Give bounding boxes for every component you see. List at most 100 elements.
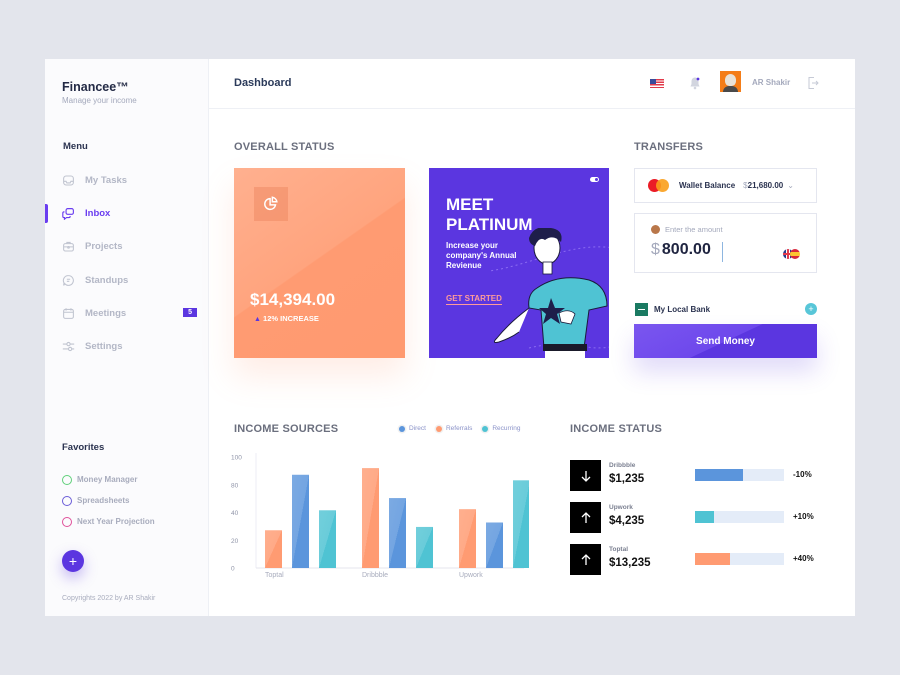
wallet-amount: 21,680.00 [747, 181, 784, 190]
income-status-row: Upwork $4,235 +10% [570, 502, 820, 534]
legend-dot [482, 425, 489, 432]
toggle-switch[interactable] [590, 177, 599, 182]
sidebar-item-inbox[interactable]: Inbox [45, 197, 209, 230]
income-source-name: Dribbble [609, 462, 636, 469]
income-status-row: Toptal $13,235 +40% [570, 544, 820, 576]
circle-icon [62, 495, 72, 506]
send-money-button[interactable]: Send Money [634, 324, 817, 358]
chat-icon [62, 274, 75, 287]
currency-flags-icon[interactable] [783, 249, 800, 259]
favorite-next-year-projection[interactable]: Next Year Projection [62, 511, 155, 532]
overall-status-card: $14,394.00 ▲ 12% INCREASE [234, 168, 405, 358]
bank-icon [635, 302, 648, 316]
logout-icon[interactable] [807, 76, 819, 90]
overall-change-text: 12% INCREASE [263, 314, 319, 323]
bar-referrals-dribbble [362, 468, 379, 568]
bank-select[interactable]: My Local Bank + [634, 301, 817, 317]
sidebar-item-projects[interactable]: Projects [45, 230, 209, 263]
promo-description: Increase your company's Annual Revienue [446, 241, 517, 270]
favorite-label: Spreadsheets [77, 496, 130, 505]
chart-legend: Direct Referrals Recurring [399, 425, 531, 432]
sidebar-item-settings[interactable]: Settings [45, 330, 209, 363]
income-amount: $1,235 [609, 473, 645, 485]
transfers-title: TRANSFERS [634, 141, 704, 153]
user-name[interactable]: AR Shakir [752, 78, 790, 87]
legend-item-direct[interactable]: Direct [399, 425, 426, 432]
legend-dot [399, 425, 405, 432]
add-button[interactable]: + [62, 550, 84, 572]
calendar-icon [62, 307, 75, 320]
income-progress-bar [695, 511, 784, 523]
income-change: +10% [793, 512, 814, 521]
brand-tagline: Manage your income [62, 96, 137, 105]
wallet-label: Wallet Balance [679, 181, 736, 190]
income-status-row: Dribbble $1,235 -10% [570, 460, 820, 492]
sidebar-item-meetings[interactable]: Meetings 5 [45, 297, 209, 330]
progress-fill [695, 511, 714, 523]
favorite-spreadsheets[interactable]: Spreadsheets [62, 490, 155, 511]
bar-recurring-upwork [513, 480, 529, 568]
favorites-title: Favorites [62, 442, 105, 453]
add-bank-button[interactable]: + [805, 303, 817, 315]
app-window: Financee™ Manage your income Menu My Tas… [45, 59, 855, 616]
overall-change: ▲ 12% INCREASE [254, 314, 319, 323]
income-amount: $4,235 [609, 515, 645, 527]
income-status-title: INCOME STATUS [570, 423, 663, 435]
amount-input[interactable]: Enter the amount $800.00 [634, 213, 817, 273]
legend-label: Direct [409, 425, 426, 432]
triangle-up-icon: ▲ [254, 316, 261, 323]
amount-text: 800.00 [661, 241, 711, 258]
income-amount: $13,235 [609, 557, 651, 569]
bar-direct-toptal [292, 474, 309, 568]
bell-icon[interactable] [689, 76, 701, 90]
arrow-down-icon [570, 460, 601, 491]
promo-card: MEET PLATINUM Increase your company's An… [429, 168, 609, 358]
favorite-money-manager[interactable]: Money Manager [62, 469, 155, 490]
get-started-link[interactable]: GET STARTED [446, 294, 502, 305]
amount-label: Enter the amount [651, 225, 723, 234]
legend-item-referrals[interactable]: Referrals [435, 425, 472, 432]
income-progress-bar [695, 553, 784, 565]
y-tick-label: 40 [231, 510, 239, 517]
text-caret [722, 242, 723, 262]
favorites-list: Money Manager Spreadsheets Next Year Pro… [62, 469, 155, 532]
copyright-text: Copyrights 2022 by AR Shakir [62, 595, 156, 602]
sliders-icon [62, 340, 75, 353]
sidebar-item-standups[interactable]: Standups [45, 264, 209, 297]
sidebar-item-my-tasks[interactable]: My Tasks [45, 164, 209, 197]
avatar[interactable] [720, 71, 741, 92]
legend-label: Recurring [492, 425, 521, 432]
bar-direct-upwork [486, 522, 503, 568]
arrow-up-icon [570, 544, 601, 575]
page-title: Dashboard [234, 77, 292, 89]
brand-name: Financee™ [62, 80, 129, 94]
wallet-balance: $21,680.00 [743, 181, 783, 190]
bank-label: My Local Bank [654, 304, 711, 314]
sidebar-item-label: Standups [85, 274, 129, 286]
income-change: -10% [793, 470, 812, 479]
income-sources-chart: 0 20 40 80 100 Toptal Dribbble Upwork [231, 453, 529, 579]
chevron-down-icon: ⌄ [787, 181, 794, 190]
promo-title: MEET PLATINUM [446, 195, 533, 234]
us-flag-icon[interactable] [650, 79, 664, 88]
sidebar-item-label: Settings [85, 341, 123, 353]
inbox-tray-icon [62, 174, 75, 187]
progress-fill [695, 553, 730, 565]
income-progress-bar [695, 469, 784, 481]
favorite-label: Money Manager [77, 475, 138, 484]
sidebar-item-label: My Tasks [85, 175, 128, 187]
briefcase-icon [62, 240, 75, 253]
y-tick-label: 80 [231, 482, 239, 489]
sidebar-item-label: Inbox [85, 208, 111, 220]
sidebar: Financee™ Manage your income Menu My Tas… [45, 59, 209, 616]
legend-item-recurring[interactable]: Recurring [482, 425, 521, 432]
wallet-select[interactable]: Wallet Balance $21,680.00 ⌄ [634, 168, 817, 203]
meetings-count-badge: 5 [183, 307, 197, 317]
sidebar-item-label: Projects [85, 241, 123, 253]
progress-fill [695, 469, 744, 481]
income-sources-title: INCOME SOURCES [234, 423, 339, 435]
amount-value[interactable]: $800.00 [651, 241, 711, 259]
circle-icon [62, 516, 72, 527]
overall-amount: $14,394.00 [250, 290, 336, 309]
sidebar-item-label: Meetings [85, 307, 127, 319]
